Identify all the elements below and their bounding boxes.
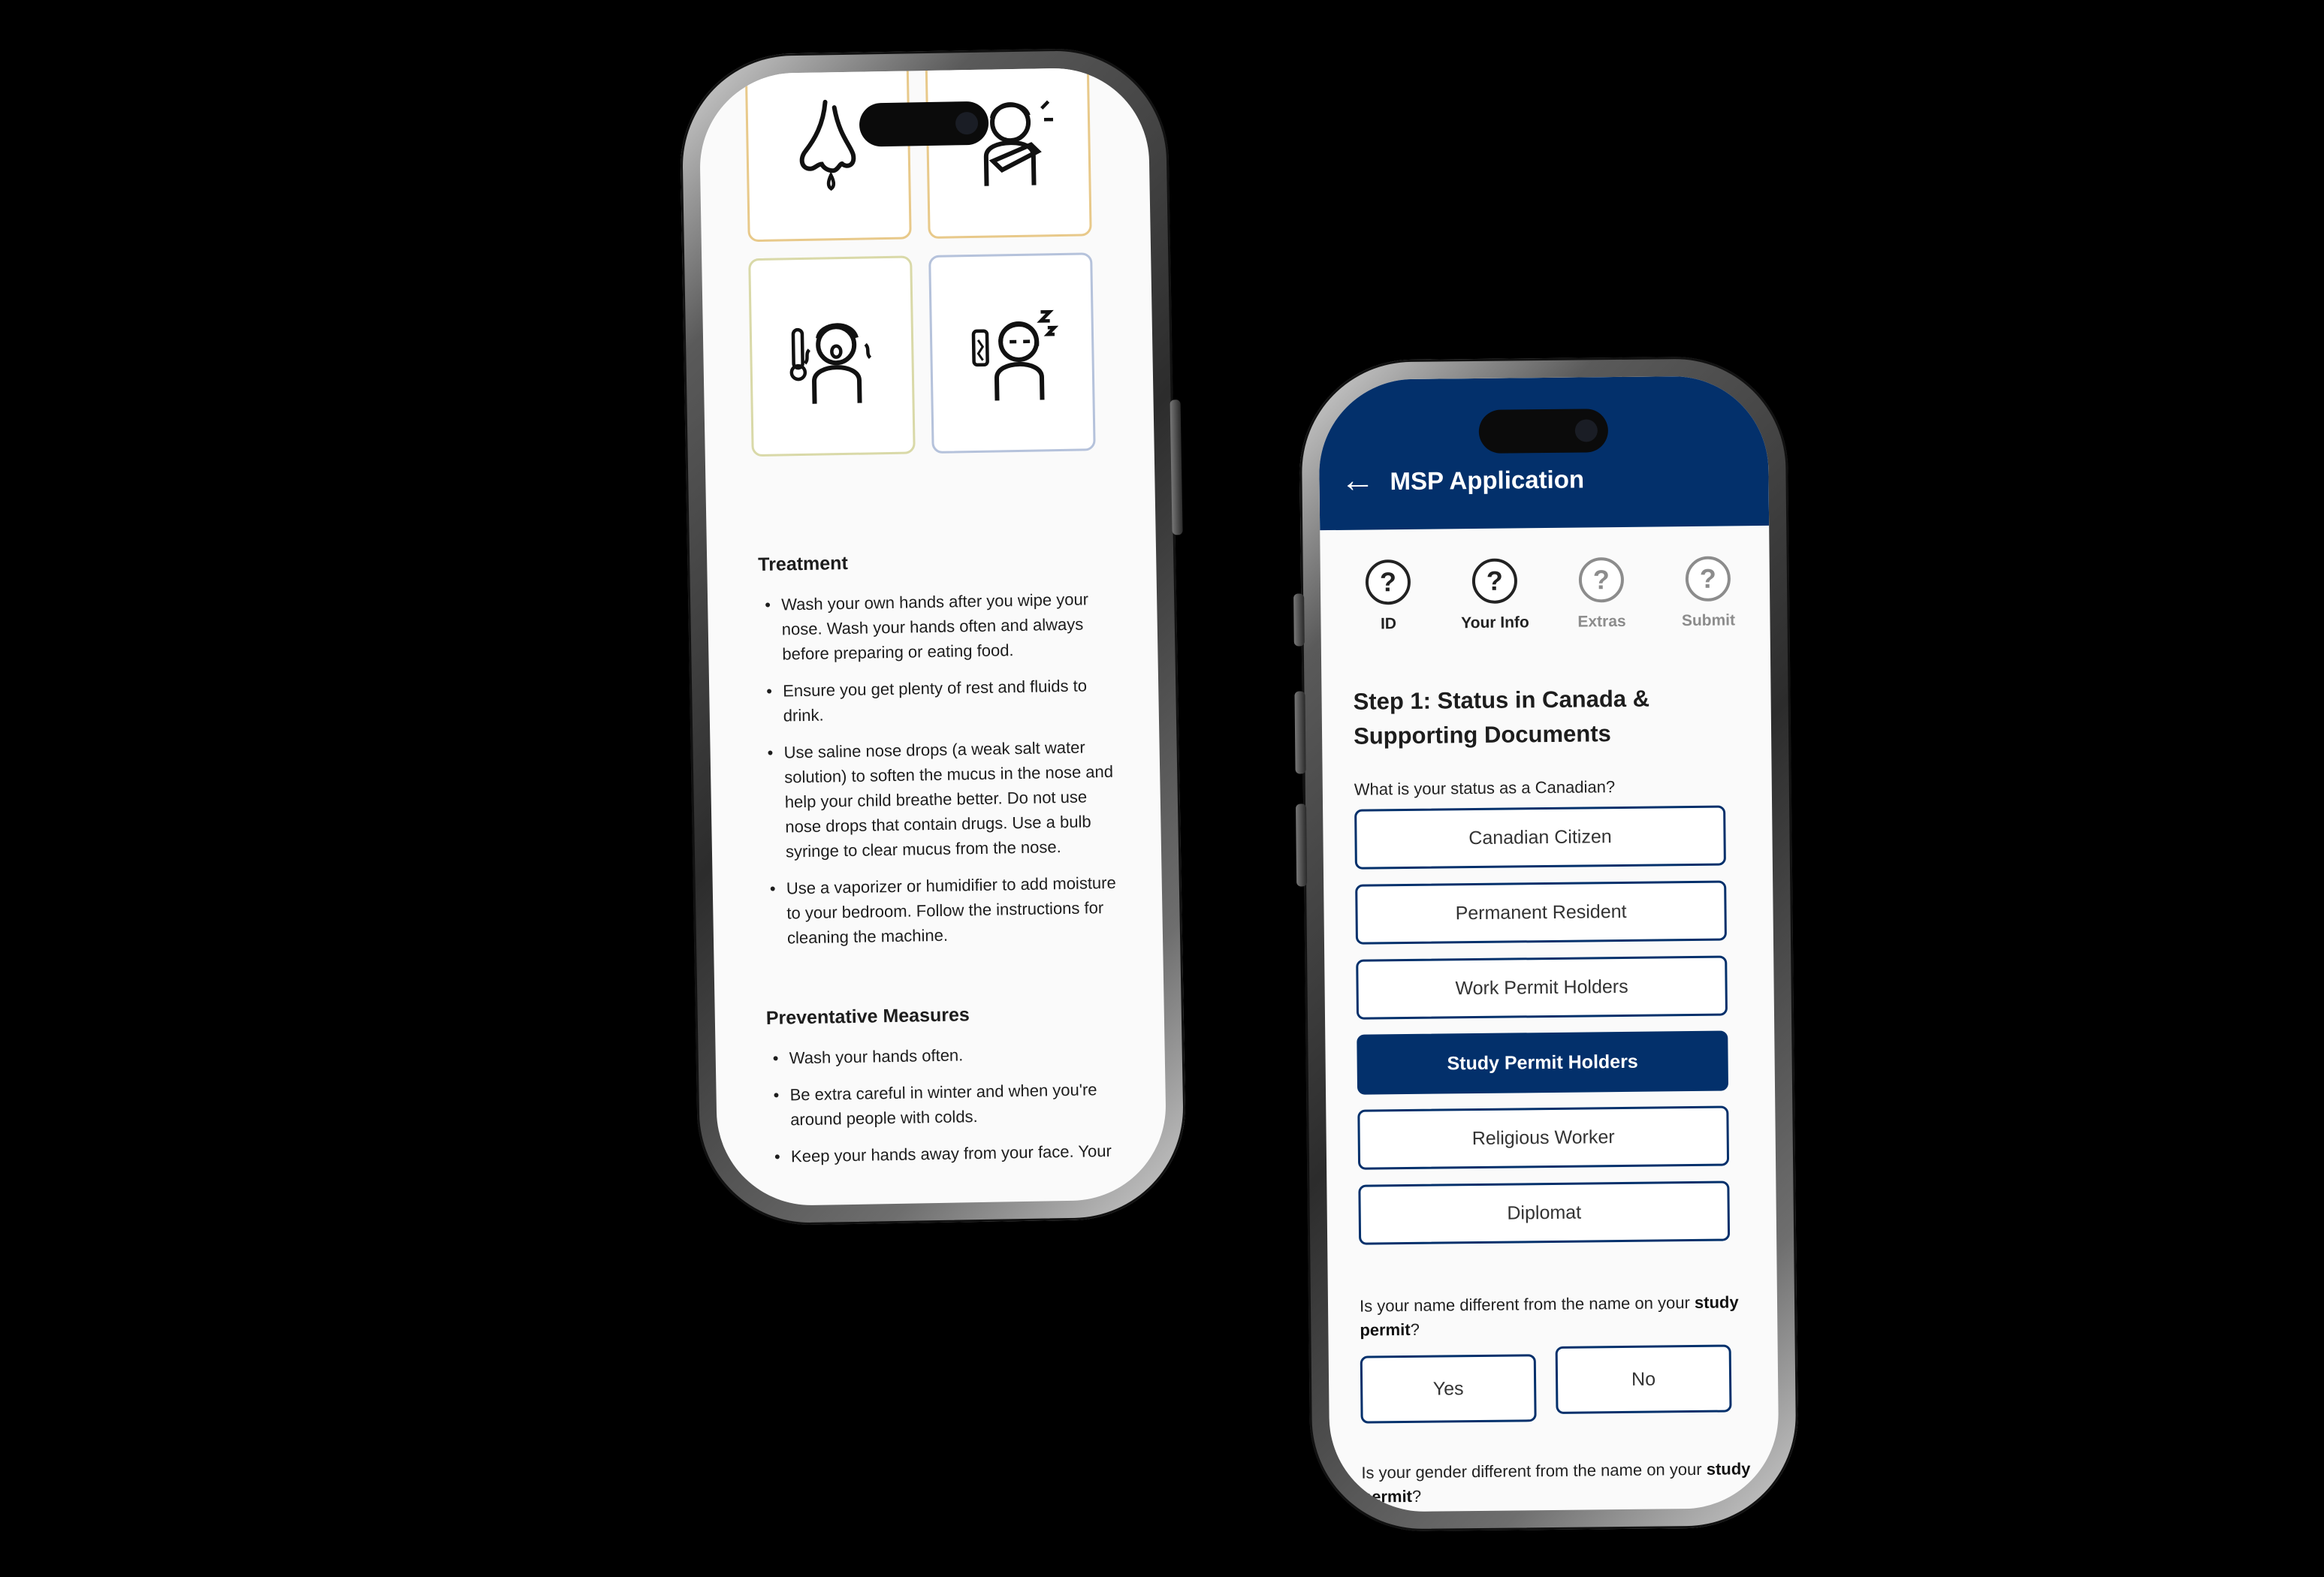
list-item: Be extra careful in winter and when you'… — [767, 1077, 1128, 1132]
screen-msp-application: ← MSP Application ? ID ? Your Info ? Ext… — [1318, 375, 1779, 1513]
option-study-permit-holders[interactable]: Study Permit Holders — [1357, 1030, 1729, 1095]
tile-tired[interactable] — [928, 252, 1096, 454]
tile-runny-nose[interactable] — [744, 66, 912, 243]
phone-right: ← MSP Application ? ID ? Your Info ? Ext… — [1293, 355, 1800, 1533]
camera — [1574, 419, 1598, 442]
tile-fever[interactable] — [748, 255, 916, 457]
step-label: ID — [1380, 615, 1397, 633]
step-heading: Step 1: Status in Canada & Supporting Do… — [1353, 685, 1650, 749]
list-item: Wash your hands often. — [766, 1040, 1127, 1071]
question-icon: ? — [1365, 559, 1411, 605]
list-item: Use saline nose drops (a weak salt water… — [761, 734, 1124, 864]
step-extras[interactable]: ? Extras — [1556, 556, 1647, 632]
treatment-list: Wash your own hands after you wipe your … — [759, 586, 1125, 951]
fever-child-icon — [789, 323, 872, 404]
step-your-info[interactable]: ? Your Info — [1450, 558, 1541, 632]
article-content: Treatment Wash your own hands after you … — [758, 548, 1129, 1181]
option-work-permit-holders[interactable]: Work Permit Holders — [1356, 955, 1728, 1020]
name-question: Is your name different from the name on … — [1360, 1290, 1751, 1342]
action-button — [1293, 593, 1305, 647]
step-id[interactable]: ? ID — [1343, 559, 1434, 634]
volume-up-button — [1294, 691, 1306, 774]
option-diplomat[interactable]: Diplomat — [1358, 1180, 1731, 1245]
question-suffix: ? — [1410, 1319, 1420, 1339]
yes-button[interactable]: Yes — [1360, 1354, 1537, 1424]
camera — [955, 111, 979, 135]
step-submit[interactable]: ? Submit — [1663, 556, 1754, 630]
step-label: Submit — [1681, 611, 1736, 630]
no-button[interactable]: No — [1555, 1344, 1732, 1414]
list-item: Keep your hands away from your face. You… — [768, 1138, 1130, 1169]
question-text: Is your name different from the name on … — [1359, 1293, 1690, 1316]
power-button — [1170, 400, 1183, 535]
question-text: Is your gender different from the name o… — [1361, 1459, 1702, 1482]
question-suffix: ? — [1411, 1486, 1422, 1506]
option-canadian-citizen[interactable]: Canadian Citizen — [1354, 805, 1726, 870]
dynamic-island — [859, 101, 989, 147]
list-item: Wash your own hands after you wipe your … — [759, 586, 1121, 667]
dynamic-island — [1478, 409, 1609, 454]
preventative-heading: Preventative Measures — [765, 1004, 970, 1029]
step-label: Your Info — [1461, 614, 1529, 632]
option-permanent-resident[interactable]: Permanent Resident — [1355, 880, 1727, 945]
question-icon: ? — [1578, 556, 1625, 603]
step-label: Extras — [1577, 612, 1626, 631]
gender-question: Is your gender different from the name o… — [1361, 1457, 1752, 1509]
treatment-heading: Treatment — [758, 552, 849, 576]
question-icon: ? — [1471, 558, 1518, 605]
status-question: What is your status as a Canadian? — [1354, 777, 1616, 799]
preventative-list: Wash your hands often. Be extra careful … — [766, 1040, 1129, 1169]
screen-symptoms: Treatment Wash your own hands after you … — [698, 66, 1168, 1208]
tired-person-icon — [971, 309, 1059, 401]
question-icon: ? — [1685, 556, 1731, 602]
volume-down-button — [1296, 804, 1308, 887]
back-arrow-icon[interactable]: ← — [1340, 460, 1375, 499]
phone-left: Treatment Wash your own hands after you … — [678, 47, 1188, 1227]
page-title: MSP Application — [1390, 465, 1585, 496]
tile-sneezing[interactable] — [925, 66, 1092, 240]
progress-stepper: ? ID ? Your Info ? Extras ? Submit — [1343, 556, 1754, 634]
list-item: Use a vaporizer or humidifier to add moi… — [764, 870, 1126, 951]
list-item: Ensure you get plenty of rest and fluids… — [760, 673, 1121, 728]
option-religious-worker[interactable]: Religious Worker — [1357, 1105, 1730, 1170]
